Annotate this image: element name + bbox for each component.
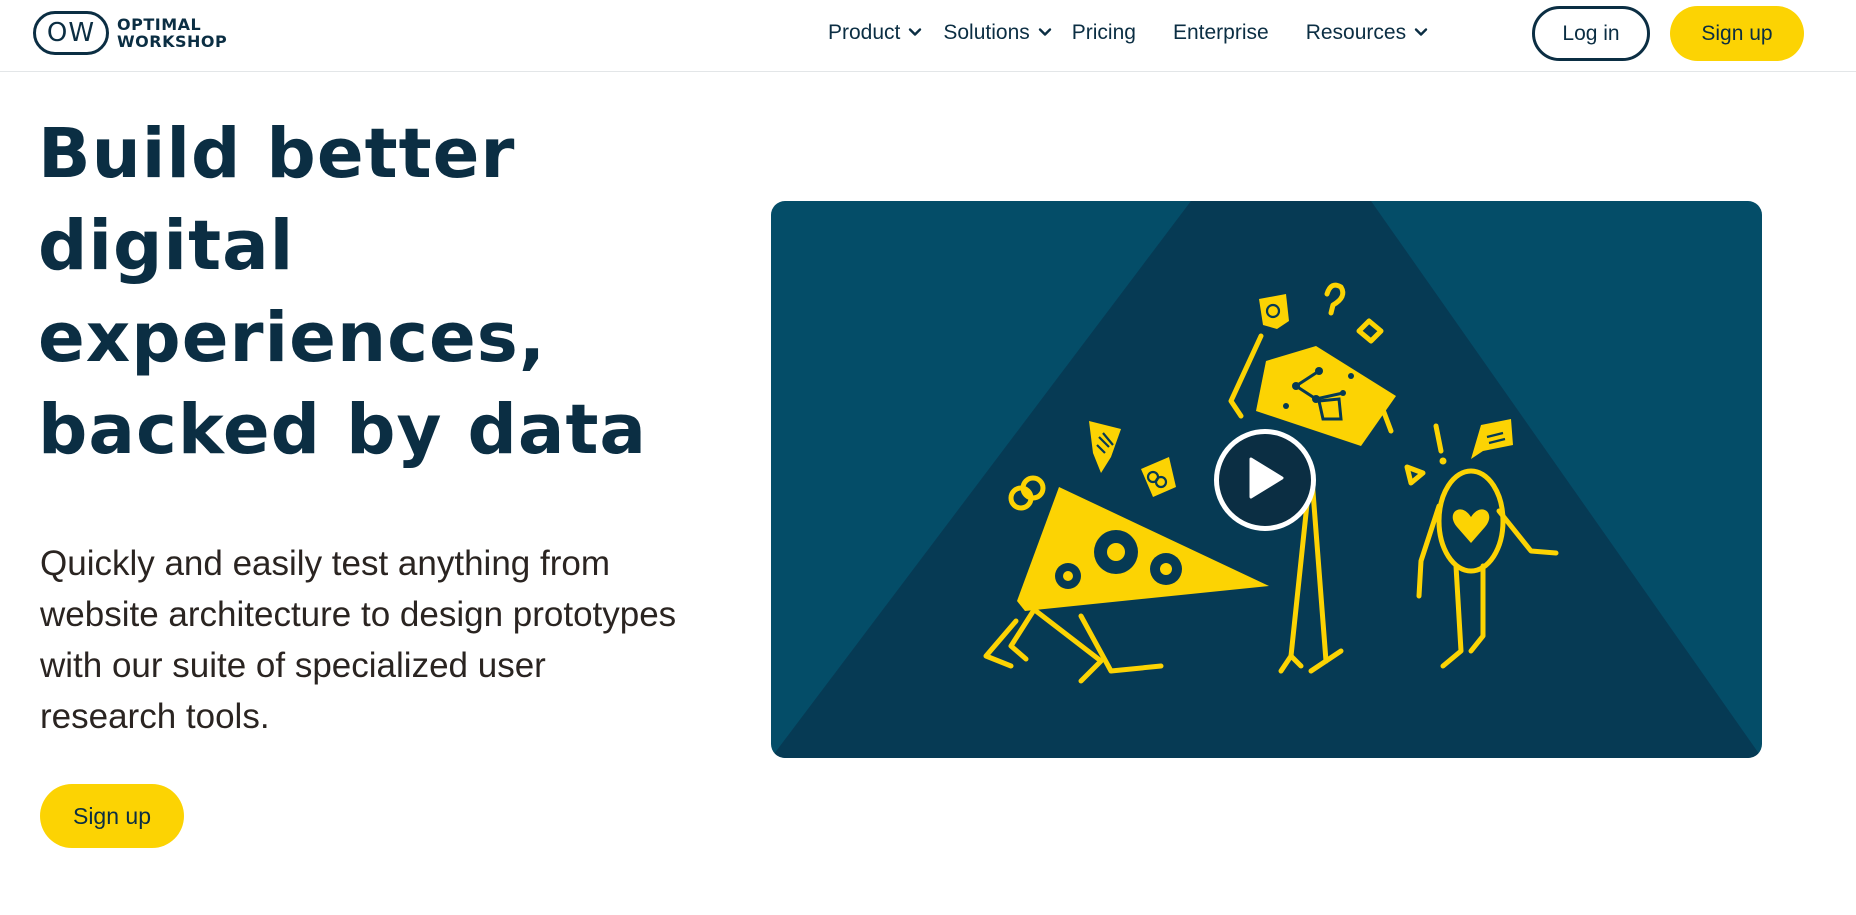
hero-title-line: Build better [38,114,516,194]
nav-item-pricing[interactable]: Pricing [1072,21,1136,45]
nav-item-label: Enterprise [1172,21,1269,44]
hero-subtitle: Quickly and easily test anything from we… [40,544,677,736]
hero-title-line: digital [38,206,295,286]
login-button[interactable]: Log in [1532,6,1650,61]
hero-title-line: experiences, [38,298,547,378]
nav-item-resources[interactable]: Resources [1306,21,1428,45]
nav-item-label: Product [828,21,901,44]
hero-title: Build better digital experiences, backed… [38,108,718,476]
nav-item-solutions[interactable]: Solutions [943,21,1051,45]
nav-item-label: Resources [1305,21,1407,44]
signup-button-hero[interactable]: Sign up [40,784,184,848]
logo-line-2: WORKSHOP [117,32,228,51]
optimal-workshop-logo[interactable]: OW OPTIMAL WORKSHOP [33,10,227,56]
hero-title-line: backed by data [38,390,647,470]
logo-wordmark: OPTIMAL WORKSHOP [117,16,227,50]
nav-item-label: Pricing [1071,21,1136,44]
nav-item-product[interactable]: Product [828,21,922,45]
signup-button-header[interactable]: Sign up [1670,6,1804,61]
main-nav: Product Solutions Pricing Enterprise Res… [828,0,1428,66]
site-header: OW OPTIMAL WORKSHOP Product Solutions Pr… [0,0,1856,72]
chevron-down-icon [908,25,922,39]
hero-video[interactable] [771,201,1762,758]
chevron-down-icon [1414,25,1428,39]
nav-item-label: Solutions [943,21,1030,44]
logo-line-1: OPTIMAL [117,15,202,34]
chevron-down-icon [1038,25,1052,39]
play-icon [1245,456,1285,505]
nav-item-enterprise[interactable]: Enterprise [1173,21,1269,45]
logo-mark: OW [33,11,109,55]
play-button[interactable] [1214,429,1316,531]
